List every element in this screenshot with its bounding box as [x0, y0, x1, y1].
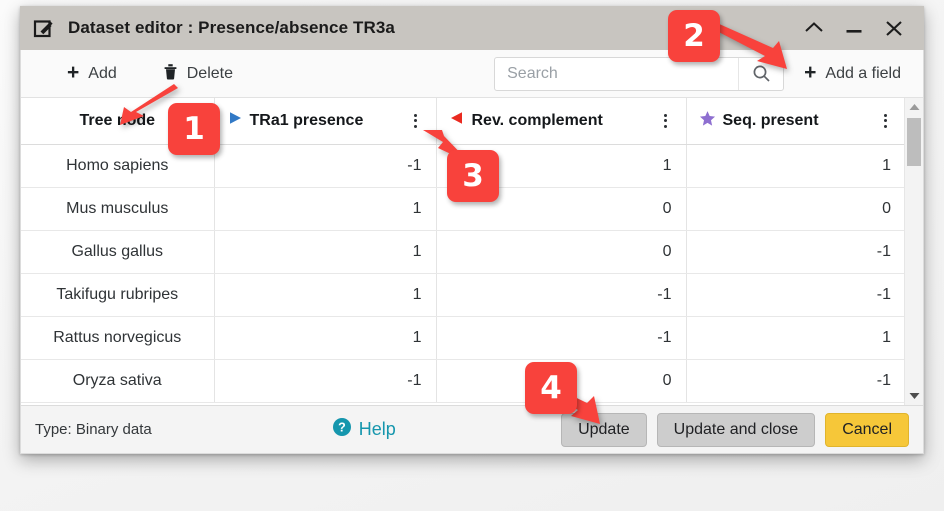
column-header-seq-present[interactable]: Seq. present [686, 98, 904, 145]
plus-icon: + [804, 61, 817, 84]
help-link[interactable]: ? Help [332, 417, 396, 442]
type-label: Type: Binary data [35, 421, 152, 438]
column-header-tra1-presence[interactable]: TRa1 presence [214, 98, 437, 145]
footer-buttons: Update Update and close Cancel [561, 412, 909, 447]
dialog-footer: Type: Binary data ? Help Update Update a… [21, 405, 923, 453]
cell-tree-node[interactable]: Takifugu rubripes [21, 273, 215, 317]
plus-icon: + [67, 61, 80, 84]
cell-tree-node[interactable]: Gallus gallus [21, 230, 215, 274]
close-icon[interactable] [876, 11, 912, 45]
cell-tra1[interactable]: 1 [214, 316, 437, 360]
search-input[interactable] [495, 64, 739, 83]
cell-seq[interactable]: 1 [686, 144, 904, 188]
cell-tra1[interactable]: 1 [214, 230, 437, 274]
cell-seq[interactable]: -1 [686, 273, 904, 317]
minimize-icon[interactable] [836, 11, 872, 45]
table-row[interactable]: Oryza sativa -1 0 -1 [21, 359, 904, 403]
help-label: Help [358, 419, 396, 439]
cell-rev[interactable]: -1 [436, 316, 687, 360]
window-title: Dataset editor : Presence/absence TR3a [68, 18, 395, 37]
star-icon [699, 110, 716, 132]
cell-seq[interactable]: 0 [686, 187, 904, 231]
annotation-badge-3: 3 [447, 150, 499, 202]
add-a-field-button[interactable]: + Add a field [804, 61, 901, 84]
table-row[interactable]: Takifugu rubripes 1 -1 -1 [21, 273, 904, 317]
cell-seq[interactable]: -1 [686, 359, 904, 403]
add-a-field-label: Add a field [825, 64, 901, 82]
cell-tra1[interactable]: -1 [214, 359, 437, 403]
cell-tra1[interactable]: 1 [214, 187, 437, 231]
table-row[interactable]: Rattus norvegicus 1 -1 1 [21, 316, 904, 360]
annotation-badge-2: 2 [668, 10, 720, 62]
annotation-badge-1: 1 [168, 103, 220, 155]
vertical-scrollbar[interactable] [904, 98, 923, 405]
edit-pencil-icon [32, 16, 56, 40]
cell-tree-node[interactable]: Rattus norvegicus [21, 316, 215, 360]
column-menu-icon[interactable] [877, 112, 893, 130]
column-label: Seq. present [722, 111, 819, 129]
cell-rev[interactable]: -1 [436, 273, 687, 317]
cell-rev[interactable]: 0 [436, 230, 687, 274]
add-button-label: Add [88, 64, 117, 82]
column-label: TRa1 presence [249, 111, 364, 129]
window-controls [796, 11, 918, 45]
scrollbar-track[interactable] [905, 116, 923, 387]
cell-tra1[interactable]: -1 [214, 144, 437, 188]
delete-button-label: Delete [186, 64, 233, 82]
triangle-right-icon [227, 110, 243, 131]
scrollbar-thumb[interactable] [907, 118, 921, 166]
help-circle-icon: ? [332, 417, 352, 442]
cell-tra1[interactable]: 1 [214, 273, 437, 317]
cell-seq[interactable]: 1 [686, 316, 904, 360]
scroll-down-arrow-icon[interactable] [905, 387, 923, 405]
svg-text:?: ? [338, 421, 346, 435]
column-label: Rev. complement [471, 111, 603, 129]
update-and-close-button[interactable]: Update and close [656, 412, 816, 447]
cell-seq[interactable]: -1 [686, 230, 904, 274]
column-menu-icon[interactable] [658, 112, 674, 130]
annotation-badge-4: 4 [525, 362, 577, 414]
chevron-up-icon[interactable] [796, 11, 832, 45]
cell-tree-node[interactable]: Oryza sativa [21, 359, 215, 403]
scroll-up-arrow-icon[interactable] [905, 98, 923, 116]
table-row[interactable]: Gallus gallus 1 0 -1 [21, 230, 904, 274]
cancel-button[interactable]: Cancel [825, 412, 909, 447]
cell-tree-node[interactable]: Mus musculus [21, 187, 215, 231]
